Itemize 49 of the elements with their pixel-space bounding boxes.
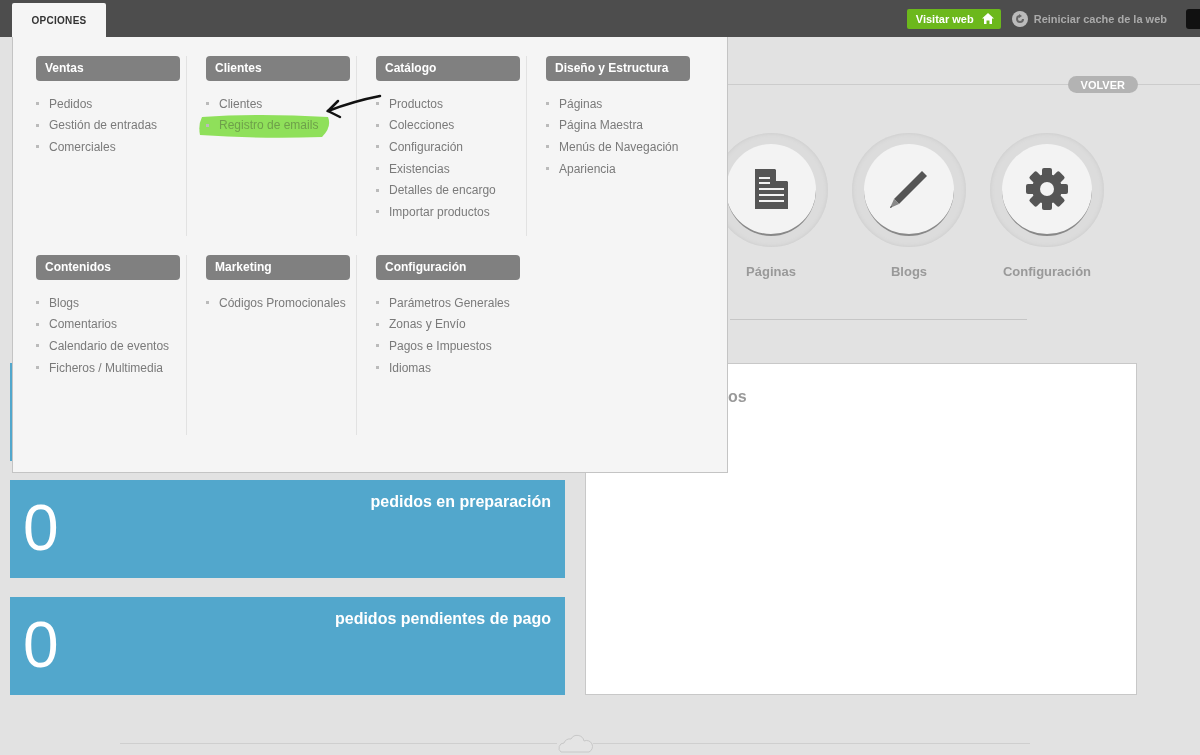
visit-web-button[interactable]: Visitar web xyxy=(906,8,1001,29)
shortcut-label[interactable]: Configuración xyxy=(1002,264,1092,279)
menu-item[interactable]: Apariencia xyxy=(559,161,616,176)
menu-item[interactable]: Detalles de encargo xyxy=(389,183,496,198)
menu-item[interactable]: Colecciones xyxy=(389,118,455,133)
menu-item[interactable]: Pagos e Impuestos xyxy=(389,339,492,353)
menu-item[interactable]: Gestión de entradas xyxy=(49,118,158,133)
menu-item[interactable]: Calendario de eventos xyxy=(49,339,170,353)
stat-value: 0 xyxy=(22,608,59,683)
menu-item[interactable]: Importar productos xyxy=(389,204,490,219)
section-header: Configuración xyxy=(376,255,520,280)
section-header: Diseño y Estructura xyxy=(546,56,690,81)
document-icon xyxy=(754,169,788,209)
menu-item[interactable]: Comentarios xyxy=(49,317,118,332)
menu-item[interactable]: Pedidos xyxy=(49,96,93,111)
shortcut-label[interactable]: Blogs xyxy=(890,264,928,279)
back-button[interactable]: VOLVER xyxy=(1067,76,1138,93)
menu-item[interactable]: Configuración xyxy=(389,140,464,154)
settings-icon xyxy=(1025,167,1069,211)
section-header: Ventas xyxy=(36,56,180,81)
menu-item[interactable]: Parámetros Generales xyxy=(389,295,510,310)
stat-title: pedidos en preparación xyxy=(370,492,552,512)
menu-item[interactable]: Códigos Promocionales xyxy=(219,295,346,310)
shortcut-label[interactable]: Páginas xyxy=(746,264,796,279)
menu-item[interactable]: Ficheros / Multimedia xyxy=(49,360,164,375)
refresh-icon[interactable] xyxy=(1011,10,1028,27)
section-header: Clientes xyxy=(206,56,350,81)
arrow-drawing xyxy=(324,92,382,119)
section-header: Catálogo xyxy=(376,56,520,81)
menu-item[interactable]: Menús de Navegación xyxy=(559,140,679,154)
menu-item[interactable]: Páginas xyxy=(559,96,603,111)
menu-item[interactable]: Comerciales xyxy=(49,140,116,154)
menu-item[interactable]: Productos xyxy=(389,96,444,111)
menu-item[interactable]: Página Maestra xyxy=(559,118,644,133)
menu-item[interactable]: Clientes xyxy=(219,96,263,111)
menu-item[interactable]: Idiomas xyxy=(389,360,432,375)
menu-item[interactable]: Existencias xyxy=(389,161,450,176)
section-header: Contenidos xyxy=(36,255,180,280)
reset-cache-link[interactable]: Reiniciar cache de la web xyxy=(1033,12,1167,25)
menu-item[interactable]: Zonas y Envío xyxy=(389,317,466,332)
pencil-icon xyxy=(889,169,929,209)
menu-tab[interactable]: OPCIONES xyxy=(12,3,106,37)
panel-title: os xyxy=(728,388,747,405)
home-icon xyxy=(981,13,994,24)
section-header: Marketing xyxy=(206,255,350,280)
user-avatar-icon[interactable] xyxy=(1186,8,1200,29)
stat-title: pedidos pendientes de pago xyxy=(334,609,552,629)
stat-value: 0 xyxy=(22,491,59,566)
menu-item[interactable]: Blogs xyxy=(49,295,80,310)
